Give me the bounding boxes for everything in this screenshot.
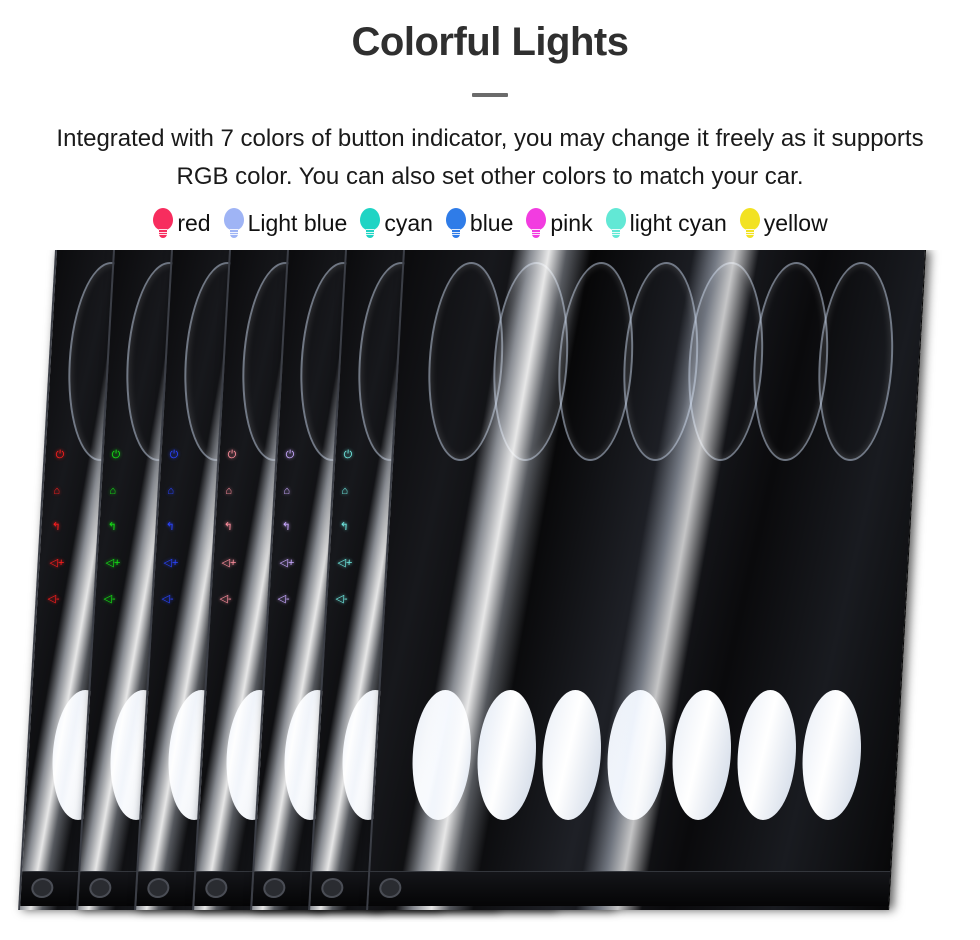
panel-button-power: ⏻ bbox=[285, 449, 295, 461]
header: Colorful Lights Integrated with 7 colors… bbox=[0, 0, 980, 250]
panel-button-volume-up: ◁+ bbox=[221, 557, 237, 569]
legend-label: Light blue bbox=[247, 209, 348, 236]
panel-button-volume-up: ◁+ bbox=[49, 557, 65, 569]
legend-label: red bbox=[177, 209, 211, 236]
legend-label: pink bbox=[550, 209, 593, 236]
panel-button-back: ↰ bbox=[339, 521, 350, 533]
legend-item-pink: pink bbox=[525, 207, 593, 239]
panel-button-back: ↰ bbox=[223, 521, 234, 533]
bulb-icon bbox=[605, 207, 627, 239]
legend-label: blue bbox=[469, 209, 514, 236]
panel-button-power: ⏻ bbox=[169, 449, 179, 461]
panel-button-volume-up: ◁+ bbox=[163, 557, 179, 569]
title-divider bbox=[472, 93, 508, 97]
page-title: Colorful Lights bbox=[351, 20, 629, 64]
panel-button-power: ⏻ bbox=[111, 449, 121, 461]
panel-button-back: ↰ bbox=[107, 521, 118, 533]
bulb-icon bbox=[359, 207, 381, 239]
bulb-icon bbox=[445, 207, 467, 239]
panel-button-home: ⌂ bbox=[225, 485, 233, 497]
legend-label: cyan bbox=[384, 209, 433, 236]
legend-label: light cyan bbox=[629, 209, 727, 236]
legend-item-light-blue: Light blue bbox=[223, 207, 348, 239]
product-feature-page: Colorful Lights Integrated with 7 colors… bbox=[0, 0, 980, 940]
panel-button-home: ⌂ bbox=[53, 485, 61, 497]
panel-button-volume-up: ◁+ bbox=[279, 557, 295, 569]
color-legend: red Light blue cyan blue pink light cyan yello… bbox=[0, 201, 980, 245]
panel-button-volume-up: ◁+ bbox=[105, 557, 121, 569]
legend-item-yellow: yellow bbox=[739, 207, 828, 239]
page-subtitle: Integrated with 7 colors of button indic… bbox=[56, 125, 924, 190]
legend-item-light-cyan: light cyan bbox=[605, 207, 727, 239]
panel-button-volume-down: ◁- bbox=[161, 593, 174, 605]
legend-item-cyan: cyan bbox=[359, 207, 433, 239]
panel-button-volume-down: ◁- bbox=[277, 593, 290, 605]
panel-button-power: ⏻ bbox=[343, 449, 353, 461]
bulb-icon bbox=[152, 207, 174, 239]
panel-button-home: ⌂ bbox=[167, 485, 175, 497]
panel-button-back: ↰ bbox=[281, 521, 292, 533]
panel-button-power: ⏻ bbox=[55, 449, 65, 461]
panel-button-volume-down: ◁- bbox=[103, 593, 116, 605]
legend-item-red: red bbox=[152, 207, 211, 239]
panel-button-home: ⌂ bbox=[109, 485, 117, 497]
legend-label: yellow bbox=[763, 209, 828, 236]
panel-button-volume-down: ◁- bbox=[219, 593, 232, 605]
bulb-icon bbox=[223, 207, 245, 239]
panel-button-back: ↰ bbox=[165, 521, 176, 533]
panel-button-volume-down: ◁- bbox=[335, 593, 348, 605]
bulb-icon bbox=[739, 207, 761, 239]
panel-button-back: ↰ bbox=[51, 521, 62, 533]
panel-button-volume-down: ◁- bbox=[47, 593, 60, 605]
bulb-icon bbox=[525, 207, 547, 239]
fascia-panel bbox=[366, 250, 926, 910]
product-photo: ⏻ ⌂ ↰ ◁+ ◁- ⏻ ⌂ ↰ ◁+ ◁- ⏻ ⌂ ↰ ◁+ ◁- ⏻ ⌂ ↰ ◁+ ◁- ⏻ ⌂ ↰ ◁+ ◁- ⏻ ⌂ ↰ ◁+… bbox=[0, 250, 980, 940]
panel-button-volume-up: ◁+ bbox=[337, 557, 353, 569]
panel-button-power: ⏻ bbox=[227, 449, 237, 461]
panel-button-home: ⌂ bbox=[341, 485, 349, 497]
legend-item-blue: blue bbox=[445, 207, 514, 239]
panel-button-home: ⌂ bbox=[283, 485, 291, 497]
